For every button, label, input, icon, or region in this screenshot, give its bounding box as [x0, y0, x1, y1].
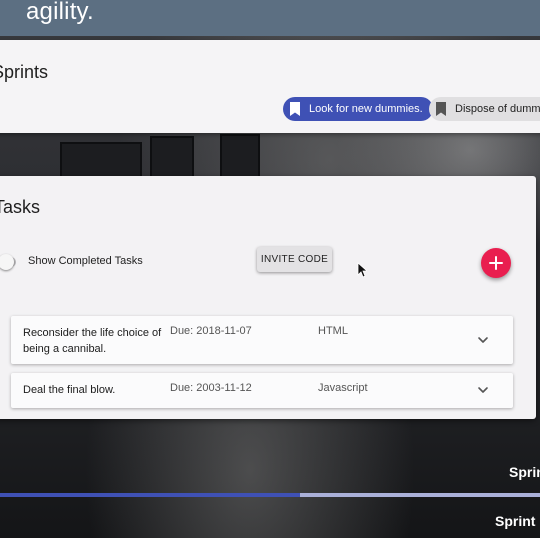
sprint-list-item[interactable]: Sprint: [495, 513, 535, 529]
bookmark-icon: [436, 102, 446, 116]
sprint-chip-look-for-new-dummies[interactable]: Look for new dummies.: [283, 97, 433, 121]
invite-code-button[interactable]: INVITE CODE: [257, 247, 332, 272]
task-name: Reconsider the life choice of being a ca…: [23, 327, 162, 355]
app-title: agility.: [26, 0, 94, 25]
chevron-down-icon[interactable]: [476, 333, 490, 347]
show-completed-label: Show Completed Tasks: [28, 255, 143, 267]
sprint-list-item[interactable]: Sprin: [509, 464, 540, 480]
task-due-date: Due: 2018-11-07: [170, 325, 252, 337]
tasks-heading: Tasks: [0, 197, 41, 217]
task-row[interactable]: Deal the final blow. Due: 2003-11-12 Jav…: [11, 373, 513, 408]
bookmark-icon: [290, 102, 300, 116]
sprints-heading: Sprints: [0, 62, 49, 82]
add-task-button[interactable]: [481, 248, 511, 278]
sprint-progress-fill: [0, 493, 300, 497]
sprint-chip-dispose-of-dummies[interactable]: Dispose of dummies: [429, 97, 540, 121]
task-name: Deal the final blow.: [23, 384, 116, 396]
task-language: Javascript: [318, 382, 368, 394]
sprint-chip-label: Dispose of dummies: [455, 103, 540, 115]
sprint-progress-bar: [0, 493, 540, 497]
toggle-thumb: [0, 254, 14, 270]
sprints-card: Sprints Look for new dummies. Dispose of…: [0, 40, 540, 133]
chevron-down-icon[interactable]: [476, 383, 490, 397]
app-banner: agility.: [0, 0, 540, 36]
task-language: HTML: [318, 325, 348, 337]
background-monitor: [150, 136, 194, 180]
show-completed-toggle[interactable]: [0, 254, 16, 270]
mouse-cursor-icon: [357, 262, 367, 278]
tasks-card: Tasks Show Completed Tasks INVITE CODE R…: [0, 176, 536, 419]
background-monitor: [220, 134, 260, 178]
task-row[interactable]: Reconsider the life choice of being a ca…: [11, 316, 513, 364]
task-due-date: Due: 2003-11-12: [170, 382, 252, 394]
plus-icon: [489, 256, 503, 270]
sprint-chip-label: Look for new dummies.: [309, 103, 423, 115]
